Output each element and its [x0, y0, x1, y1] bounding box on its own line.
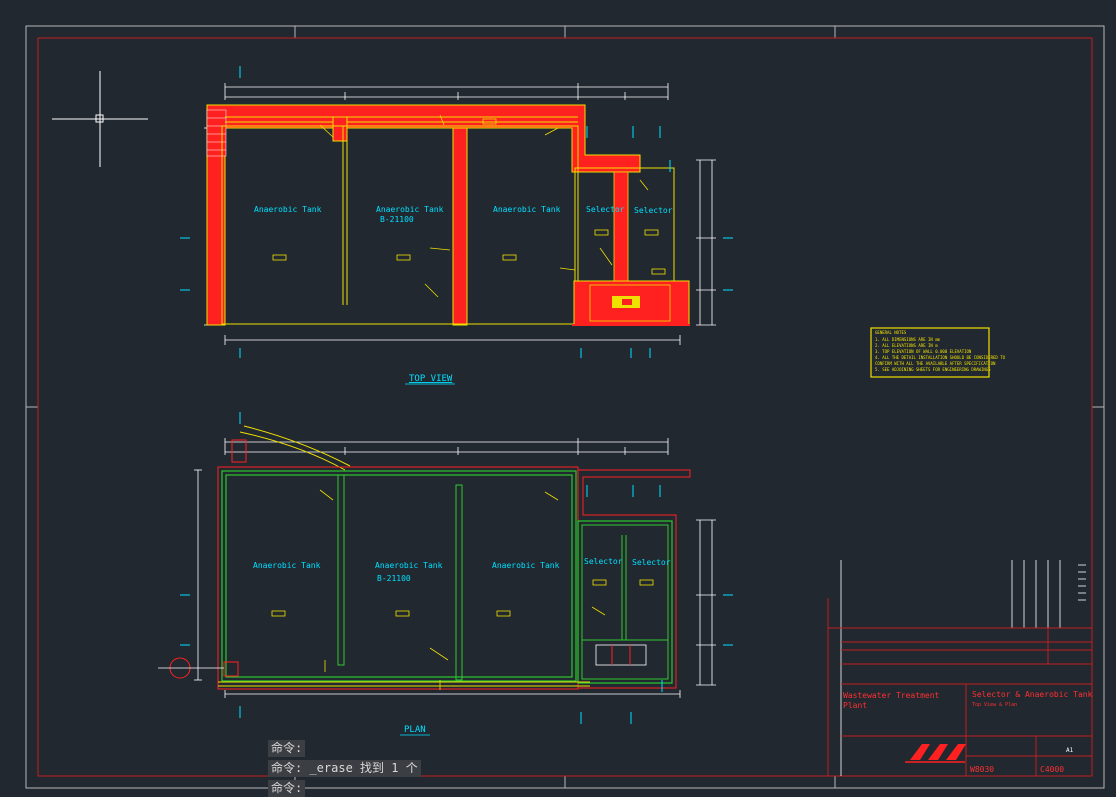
- company-logo-icon: [905, 744, 966, 763]
- notes-line-2: 2. ALL ELEVATIONS ARE IN m: [875, 343, 938, 348]
- tb-project-line1: Wastewater Treatment: [843, 691, 940, 700]
- tv-tank3-label: Anaerobic Tank: [493, 205, 561, 214]
- tv-tank1-label: Anaerobic Tank: [254, 205, 322, 214]
- plan-selector2-label: Selector: [632, 558, 671, 567]
- notes-line-3: 3. TOP ELEVATION OF WALL 0.000 ELEVATION: [875, 349, 972, 354]
- tv-selector1-label: Selector: [586, 205, 625, 214]
- tb-title: Selector & Anaerobic Tank: [972, 690, 1093, 699]
- tb-sheet: C4000: [1040, 765, 1064, 774]
- command-input-line[interactable]: 命令:: [268, 780, 306, 797]
- title-block[interactable]: Wastewater Treatment Plant Selector & An…: [827, 560, 1093, 776]
- command-history-line-2: 命令: _erase 找到 1 个: [268, 760, 421, 777]
- notes-line-5: CONFIRM WITH ALL THE AVAILABLE AFTER SPE…: [875, 361, 996, 366]
- tb-subtitle: Top View & Plan: [972, 702, 1017, 708]
- plan-tank2-sub: B-21100: [377, 574, 411, 583]
- plan-caption: PLAN: [404, 725, 426, 735]
- tv-selector2-label: Selector: [634, 206, 673, 215]
- notes-title: GENERAL NOTES: [875, 330, 907, 335]
- notes-line-6: 5. SEE ADJOINING SHEETS FOR ENGINEERING …: [875, 367, 991, 372]
- plan-selector1-label: Selector: [584, 557, 623, 566]
- notes-line-1: 1. ALL DIMENSIONS ARE IN mm: [875, 337, 941, 342]
- tv-tank2-label: Anaerobic Tank: [376, 205, 444, 214]
- model-space-canvas[interactable]: Anaerobic Tank Anaerobic Tank B-21100 An…: [0, 0, 1116, 797]
- plan-tank1-label: Anaerobic Tank: [253, 561, 321, 570]
- command-history-line-1: 命令:: [268, 740, 306, 757]
- plan-drawing[interactable]: [158, 412, 733, 724]
- general-notes-box[interactable]: GENERAL NOTES 1. ALL DIMENSIONS ARE IN m…: [870, 327, 1006, 378]
- plan-tank3-label: Anaerobic Tank: [492, 561, 560, 570]
- notes-line-4: 4. ALL THE DETAIL INSTALLATION SHOULD BE…: [875, 355, 1006, 360]
- tb-sheet-size: A1: [1066, 747, 1074, 754]
- plan-tank2-label: Anaerobic Tank: [375, 561, 443, 570]
- drawing-sheet: Anaerobic Tank Anaerobic Tank B-21100 An…: [25, 25, 1105, 789]
- drawing-frame: [37, 37, 1093, 777]
- crosshair-cursor-icon: [52, 71, 148, 167]
- tv-tank2-sub: B-21100: [380, 215, 414, 224]
- top-view-caption: TOP VIEW: [409, 374, 453, 384]
- tb-project-line2: Plant: [843, 701, 867, 710]
- tb-drawing-no: W8030: [970, 765, 994, 774]
